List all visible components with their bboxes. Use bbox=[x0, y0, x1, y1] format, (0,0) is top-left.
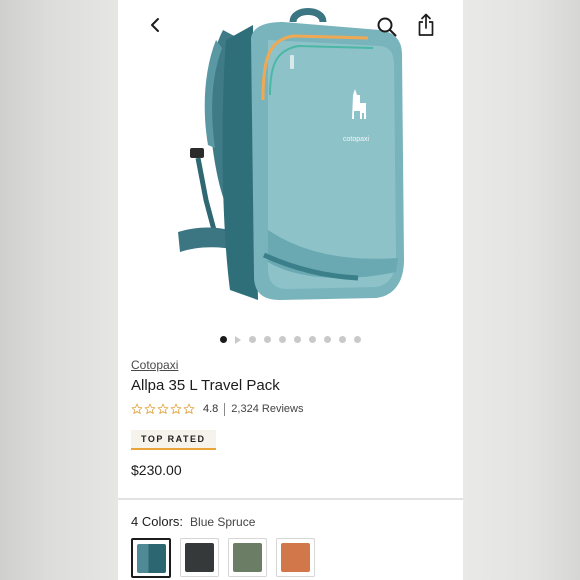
carousel-dot[interactable] bbox=[220, 336, 227, 343]
swatch-fill bbox=[136, 543, 166, 573]
reviews-link[interactable]: 2,324 Reviews bbox=[231, 403, 303, 415]
price: $230.00 bbox=[131, 462, 182, 478]
swatch-fill bbox=[233, 543, 262, 572]
search-icon bbox=[377, 17, 397, 37]
color-swatch-sage[interactable] bbox=[228, 538, 267, 577]
colors-label: 4 Colors: bbox=[131, 514, 184, 529]
share-button[interactable] bbox=[411, 10, 441, 40]
background-right bbox=[463, 0, 580, 580]
star-icon bbox=[183, 403, 195, 414]
carousel-dot[interactable] bbox=[294, 336, 301, 343]
back-button[interactable] bbox=[140, 10, 170, 40]
color-swatch-orange[interactable] bbox=[276, 538, 315, 577]
color-swatch-blue-spruce[interactable] bbox=[131, 538, 171, 578]
product-title: Allpa 35 L Travel Pack bbox=[131, 377, 280, 394]
logo-text: cotopaxi bbox=[343, 136, 370, 143]
selected-color-name: Blue Spruce bbox=[190, 515, 256, 529]
star-icon bbox=[157, 403, 169, 414]
carousel-dots bbox=[118, 335, 463, 344]
carousel-dot[interactable] bbox=[309, 336, 316, 343]
carousel-dot[interactable] bbox=[264, 336, 271, 343]
star-icon bbox=[170, 403, 182, 414]
swatch-fill bbox=[185, 543, 214, 572]
color-swatch-black[interactable] bbox=[180, 538, 219, 577]
top-rated-badge: TOP RATED bbox=[131, 430, 216, 450]
carousel-dot[interactable] bbox=[324, 336, 331, 343]
background-left bbox=[0, 0, 118, 580]
rating-value: 4.8 bbox=[203, 403, 219, 415]
section-divider bbox=[118, 498, 463, 500]
brand-link[interactable]: Cotopaxi bbox=[131, 358, 178, 372]
backpack-image bbox=[178, 8, 404, 300]
search-button[interactable] bbox=[372, 12, 402, 42]
carousel-dot[interactable] bbox=[279, 336, 286, 343]
star-icon bbox=[144, 403, 156, 414]
carousel-dot[interactable] bbox=[354, 336, 361, 343]
carousel-dot[interactable] bbox=[339, 336, 346, 343]
rating-stars bbox=[131, 403, 195, 415]
share-icon bbox=[418, 13, 434, 36]
rating-row[interactable]: 4.8 2,324 Reviews bbox=[131, 401, 303, 417]
swatch-fill bbox=[281, 543, 310, 572]
colors-header: 4 Colors: Blue Spruce bbox=[131, 514, 255, 529]
carousel-dot[interactable] bbox=[249, 336, 256, 343]
video-play-icon[interactable] bbox=[235, 335, 241, 344]
product-image[interactable]: cotopaxi bbox=[118, 0, 463, 330]
divider bbox=[224, 402, 226, 416]
chevron-left-icon bbox=[151, 18, 159, 32]
product-page: cotopaxi Cotopaxi Allpa 35 L Travel Pack bbox=[118, 0, 463, 580]
star-icon bbox=[131, 403, 143, 414]
color-swatches bbox=[131, 538, 315, 578]
